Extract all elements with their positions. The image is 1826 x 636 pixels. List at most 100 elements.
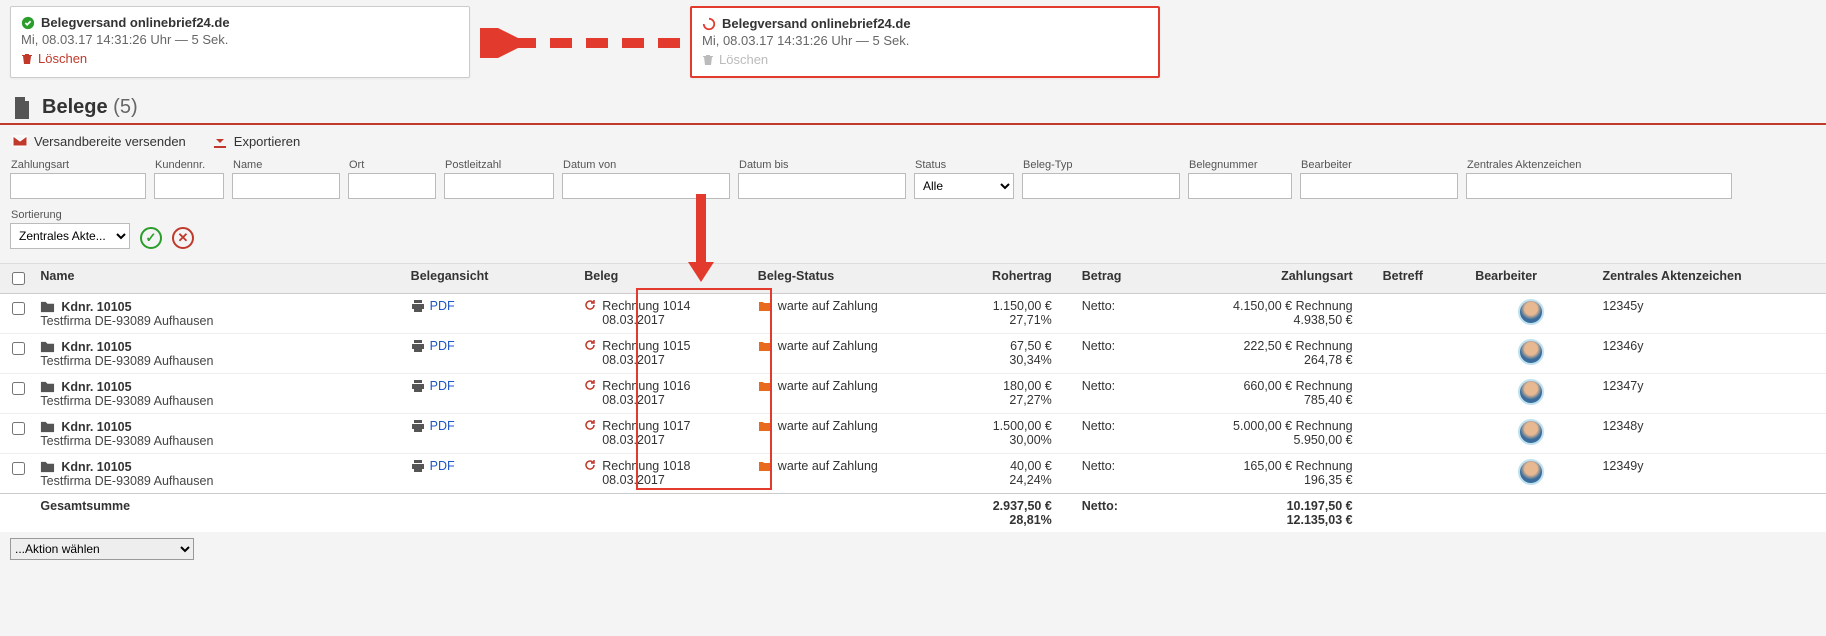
- status-text: warte auf Zahlung: [778, 419, 878, 433]
- filter-kundennr-input[interactable]: [154, 173, 224, 199]
- row-checkbox[interactable]: [12, 302, 25, 315]
- avatar[interactable]: [1518, 419, 1544, 445]
- avatar[interactable]: [1518, 379, 1544, 405]
- bulk-action-select[interactable]: ...Aktion wählen: [10, 538, 194, 560]
- pdf-link[interactable]: PDF: [411, 339, 569, 353]
- folder-icon: [40, 339, 55, 354]
- zak-cell: 12347y: [1594, 374, 1826, 414]
- refresh-icon: [584, 459, 596, 471]
- filter-datumbis-input[interactable]: [738, 173, 906, 199]
- rohertrag-pct: 27,27%: [955, 393, 1052, 407]
- th-rohertrag[interactable]: Rohertrag: [947, 264, 1074, 294]
- th-betrag[interactable]: Betrag: [1074, 264, 1167, 294]
- row-checkbox[interactable]: [12, 422, 25, 435]
- avatar[interactable]: [1518, 459, 1544, 485]
- filter-zak-input[interactable]: [1466, 173, 1732, 199]
- rohertrag-pct: 24,24%: [955, 473, 1052, 487]
- filter-ort-label: Ort: [348, 159, 436, 171]
- filter-status-select[interactable]: Alle: [914, 173, 1014, 199]
- totals-betrag: Netto:: [1074, 494, 1167, 533]
- beleg-name: Rechnung 1014: [602, 299, 690, 313]
- filter-belegtyp-label: Beleg-Typ: [1022, 159, 1180, 171]
- filter-plz-input[interactable]: [444, 173, 554, 199]
- betreff-cell: [1375, 414, 1468, 454]
- filter-belegtyp-input[interactable]: [1022, 173, 1180, 199]
- printer-icon: [411, 339, 425, 353]
- trash-icon: [702, 54, 714, 66]
- zahlungsart-gross: 4.938,50 €: [1174, 313, 1352, 327]
- table-row: Kdnr. 10105Testfirma DE-93089 Aufhausen P…: [0, 414, 1826, 454]
- row-name-main: Kdnr. 10105: [40, 299, 394, 314]
- card-timestamp: Mi, 08.03.17 14:31:26 Uhr — 5 Sek.: [702, 33, 1146, 48]
- card-delete-button[interactable]: Löschen: [21, 51, 457, 66]
- document-icon: [12, 97, 32, 119]
- pdf-link[interactable]: PDF: [411, 419, 569, 433]
- zahlungsart-gross: 785,40 €: [1174, 393, 1352, 407]
- status-text: warte auf Zahlung: [778, 339, 878, 353]
- select-all-checkbox[interactable]: [12, 272, 25, 285]
- zahlungsart-name: Rechnung: [1296, 379, 1353, 393]
- totals-net: 10.197,50 €: [1174, 499, 1352, 513]
- th-zak[interactable]: Zentrales Aktenzeichen: [1594, 264, 1826, 294]
- row-checkbox[interactable]: [12, 462, 25, 475]
- pdf-link[interactable]: PDF: [411, 299, 569, 313]
- filter-ort-input[interactable]: [348, 173, 436, 199]
- filter-bearbeiter-input[interactable]: [1300, 173, 1458, 199]
- pdf-label: PDF: [430, 459, 455, 473]
- table-row: Kdnr. 10105Testfirma DE-93089 AufhausenP…: [0, 334, 1826, 374]
- row-customer: Kdnr. 10105: [61, 300, 131, 314]
- row-company: Testfirma DE-93089 Aufhausen: [40, 434, 394, 448]
- check-circle-icon: [21, 16, 35, 30]
- betrag-label: Netto:: [1074, 294, 1167, 334]
- apply-filter-button[interactable]: ✓: [140, 227, 162, 249]
- rohertrag-amount: 40,00 €: [955, 459, 1052, 473]
- sort-select[interactable]: Zentrales Akte...: [10, 223, 130, 249]
- rohertrag-amount: 67,50 €: [955, 339, 1052, 353]
- beleg-name: Rechnung 1016: [602, 379, 690, 393]
- pdf-link[interactable]: PDF: [411, 379, 569, 393]
- avatar[interactable]: [1518, 339, 1544, 365]
- filter-name-input[interactable]: [232, 173, 340, 199]
- table-row: Kdnr. 10105Testfirma DE-93089 AufhausenP…: [0, 454, 1826, 494]
- row-name-main: Kdnr. 10105: [40, 459, 394, 474]
- row-name-main: Kdnr. 10105: [40, 379, 394, 394]
- th-belegansicht[interactable]: Belegansicht: [403, 264, 577, 294]
- pdf-link[interactable]: PDF: [411, 459, 569, 473]
- th-bearbeiter[interactable]: Bearbeiter: [1467, 264, 1594, 294]
- filter-belegnummer-input[interactable]: [1188, 173, 1292, 199]
- export-button[interactable]: Exportieren: [212, 133, 300, 149]
- clear-filter-button[interactable]: ✕: [172, 227, 194, 249]
- filter-datumvon-input[interactable]: [562, 173, 730, 199]
- betreff-cell: [1375, 294, 1468, 334]
- zahlungsart-name: Rechnung: [1296, 459, 1353, 473]
- row-checkbox[interactable]: [12, 342, 25, 355]
- th-belegstatus[interactable]: Beleg-Status: [750, 264, 947, 294]
- refresh-icon: [584, 419, 596, 431]
- card-timestamp: Mi, 08.03.17 14:31:26 Uhr — 5 Sek.: [21, 32, 457, 47]
- pdf-label: PDF: [430, 339, 455, 353]
- rohertrag-amount: 180,00 €: [955, 379, 1052, 393]
- zahlungsart-net: 4.150,00 €: [1233, 299, 1292, 313]
- arrow-left-icon: [480, 28, 685, 58]
- th-beleg[interactable]: Beleg: [576, 264, 750, 294]
- row-checkbox[interactable]: [12, 382, 25, 395]
- pdf-label: PDF: [430, 299, 455, 313]
- section-count: (5): [113, 96, 137, 118]
- pdf-label: PDF: [430, 379, 455, 393]
- card-delete-button[interactable]: Löschen: [702, 52, 1146, 67]
- filter-bearbeiter-label: Bearbeiter: [1300, 159, 1458, 171]
- betrag-label: Netto:: [1074, 454, 1167, 494]
- card-title: Belegversand onlinebrief24.de: [41, 15, 230, 30]
- zak-cell: 12348y: [1594, 414, 1826, 454]
- row-customer: Kdnr. 10105: [61, 420, 131, 434]
- betrag-label: Netto:: [1074, 414, 1167, 454]
- th-name[interactable]: Name: [32, 264, 402, 294]
- avatar[interactable]: [1518, 299, 1544, 325]
- row-customer: Kdnr. 10105: [61, 340, 131, 354]
- betreff-cell: [1375, 334, 1468, 374]
- th-zahlungsart[interactable]: Zahlungsart: [1166, 264, 1374, 294]
- th-betreff[interactable]: Betreff: [1375, 264, 1468, 294]
- send-ready-button[interactable]: Versandbereite versenden: [12, 133, 186, 149]
- betrag-label: Netto:: [1074, 334, 1167, 374]
- filter-zahlungsart-input[interactable]: [10, 173, 146, 199]
